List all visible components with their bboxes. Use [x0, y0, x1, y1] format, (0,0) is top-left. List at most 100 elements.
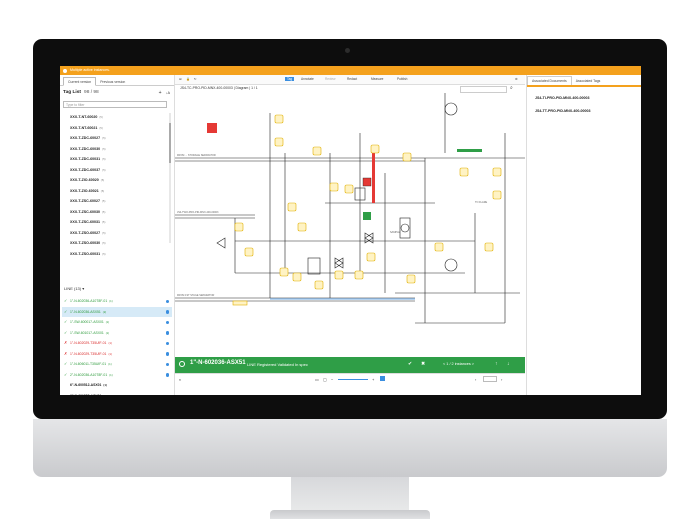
line-list-item[interactable]: ✗ 1"-N-602029-T35UIF-01 (1): [62, 349, 172, 360]
tag-label: XXX-T-ZDC-60031: [70, 157, 101, 161]
page-icon[interactable]: ▭: [315, 377, 319, 382]
tag-list-item[interactable]: XXX-T-ZIO-60021 (5): [70, 186, 168, 197]
tag-list-item[interactable]: XXX-T-ZDC-60037 (5): [70, 165, 168, 176]
associated-document[interactable]: JS4-TI-PRO-PID-MNX-400-00003: [535, 96, 590, 100]
line-list-item[interactable]: ✓ 1"-N-602036-ASX51 (2): [62, 306, 172, 317]
check-icon: ✓: [64, 319, 68, 324]
zoom-slider[interactable]: [338, 379, 368, 380]
line-list-item[interactable]: ✓ 2"-N-602036-A10T8F-01 (1): [62, 370, 172, 381]
tag-count: (5): [100, 188, 105, 193]
tag-list-item[interactable]: XXX-T-ZSC-60030 (5): [70, 207, 168, 218]
line-list-item[interactable]: 6"-N-600512-ASX01 (1): [62, 380, 172, 391]
line-list-item[interactable]: ✓ 1"-SW-600017-ASX01 (1): [62, 317, 172, 328]
info-icon: [63, 68, 67, 73]
tag-list-item[interactable]: XXX-T-NT-60021 (5): [70, 123, 168, 134]
notice-text: Multiple active instances.: [70, 68, 110, 72]
svg-text:TO FLARE: TO FLARE: [475, 201, 488, 204]
right-panel: Associated Documents Associated Tags JS4…: [526, 75, 641, 395]
lock-icon[interactable]: 🔒: [186, 77, 190, 81]
tag-list-item[interactable]: XXX-T-ZDC-60030 (5): [70, 144, 168, 155]
tag-count: (5): [102, 241, 106, 245]
tag-list-item[interactable]: XXX-T-ZSC-60031 (5): [70, 217, 168, 228]
info-dot-icon[interactable]: [165, 362, 169, 366]
line-count: (1): [109, 372, 113, 377]
toolbar-publish[interactable]: Publish: [397, 77, 407, 81]
tag-list-item[interactable]: XXX-T-ZSO-60027 (5): [70, 228, 168, 239]
close-icon[interactable]: ✖: [421, 361, 425, 367]
viewer-bottom-bar: ◐ ▭ ▢ − + ‹ ›: [175, 373, 525, 395]
info-dot-icon[interactable]: [165, 331, 169, 335]
tag-count: (5): [101, 199, 106, 203]
instance-navigator[interactable]: < 1 / 2 instances >: [443, 362, 474, 366]
add-icon[interactable]: +: [159, 90, 162, 96]
line-list-item[interactable]: ✗ 1"-N-602029-T35UIF-01 (1): [62, 338, 172, 349]
tab-previous-version[interactable]: Previous version: [96, 78, 129, 85]
tag-list-scrollbar[interactable]: [169, 113, 171, 243]
confirm-icon[interactable]: ✔: [408, 361, 412, 367]
tag-list-item[interactable]: XXX-T-ZSO-60031 (5): [70, 249, 168, 260]
page-prev-icon[interactable]: ‹: [475, 377, 476, 382]
error-x-icon: ✗: [64, 350, 68, 356]
toolbar-annotate[interactable]: Annotate: [301, 77, 314, 81]
tag-label: XXX-T-ZSO-60031: [70, 251, 101, 256]
toolbar-tag[interactable]: Tag: [285, 77, 295, 81]
line-count: (1): [109, 299, 113, 303]
tab-associated-tags[interactable]: Associated Tags: [572, 77, 605, 85]
refresh-icon[interactable]: ↻: [194, 77, 197, 81]
toolbar-review[interactable]: Review: [325, 77, 335, 81]
svg-text:FROM 1ST STAGE SEPARATOR: FROM 1ST STAGE SEPARATOR: [177, 294, 214, 297]
search-icon[interactable]: ⌕: [510, 85, 513, 91]
line-label: 1"-SW-600017-ASX01: [70, 320, 104, 324]
rotate-icon[interactable]: ◐: [179, 377, 181, 382]
settings-icon[interactable]: ⚙: [515, 77, 518, 81]
tag-filter-input[interactable]: Type to filter: [63, 101, 167, 108]
tag-list-item[interactable]: XXX-T-NT-60020 (5): [70, 112, 168, 123]
page-input[interactable]: [483, 376, 497, 382]
line-list-item[interactable]: ✓ 1"-SW-601017-ASX01 (1): [62, 328, 172, 339]
check-icon: ✓: [64, 298, 68, 303]
zoom-out-icon[interactable]: −: [331, 377, 333, 382]
tag-label: XXX-T-ZSO-60030: [70, 241, 101, 245]
tag-count: (5): [102, 136, 106, 140]
info-dot-icon[interactable]: [165, 341, 169, 345]
tag-list-item[interactable]: XXX-T-ZDC-60031 (5): [70, 154, 168, 165]
pan-tool-icon[interactable]: [380, 376, 385, 381]
toolbar-redact[interactable]: Redact: [347, 77, 357, 81]
arrow-up-icon[interactable]: ↑: [495, 361, 498, 367]
line-list-item[interactable]: ✓ 1"-N-606011-T35UIF-01 (1): [62, 359, 172, 370]
chevron-down-icon[interactable]: ▾: [82, 286, 84, 291]
association-tabs: Associated Documents Associated Tags: [527, 75, 641, 87]
info-dot-icon[interactable]: [165, 352, 169, 356]
associated-document[interactable]: JS4-TT-PRO-PID-MNX-400-00003: [535, 109, 591, 113]
zoom-control[interactable]: [460, 86, 507, 93]
line-count: (1): [108, 341, 112, 345]
tag-count: (5): [102, 230, 106, 235]
info-dot-icon[interactable]: [165, 373, 169, 377]
line-label: 1"-N-602029-T35UIF-01: [70, 341, 107, 345]
tag-list-item[interactable]: XXX-T-ZIO-60020 (5): [70, 175, 168, 186]
monitor-stand-base: [270, 510, 430, 519]
tag-list-item[interactable]: XXX-T-ZSO-60030 (5): [70, 238, 168, 249]
info-dot-icon[interactable]: [165, 310, 169, 314]
info-dot-icon[interactable]: [165, 299, 169, 303]
line-count: (1): [108, 362, 112, 366]
fit-page-icon[interactable]: ▢: [323, 377, 327, 382]
tab-associated-documents[interactable]: Associated Documents: [527, 76, 572, 85]
pid-diagram-canvas[interactable]: FROM ... STORAGE SEPARATOR JS4-TWO-PRO-P…: [175, 93, 525, 357]
line-list-item[interactable]: ✓ 1"-N-602036-A10T8F-01 (1): [62, 296, 172, 307]
tag-list-item[interactable]: XXX-T-ZDC-60027 (5): [70, 133, 168, 144]
page-next-icon[interactable]: ›: [501, 377, 502, 382]
sort-icon[interactable]: ↓A: [166, 91, 170, 95]
tag-label: XXX-T-ZDC-60030: [70, 146, 101, 151]
tag-count: (5): [102, 167, 106, 172]
line-list-header[interactable]: LINE (13) ▾: [64, 286, 84, 291]
line-list-item[interactable]: 6"-N-601558-ASX01(1): [62, 391, 172, 396]
grid-icon[interactable]: ⊞: [179, 77, 182, 81]
arrow-down-icon[interactable]: ↓: [507, 361, 510, 367]
zoom-in-icon[interactable]: +: [372, 377, 374, 382]
tag-list-item[interactable]: XXX-T-ZSC-60027 (5): [70, 196, 168, 207]
tab-current-version[interactable]: Current version: [63, 77, 97, 86]
toolbar-measure[interactable]: Measure: [371, 77, 383, 81]
info-dot-icon[interactable]: [165, 320, 169, 324]
camera-icon: [345, 48, 350, 53]
